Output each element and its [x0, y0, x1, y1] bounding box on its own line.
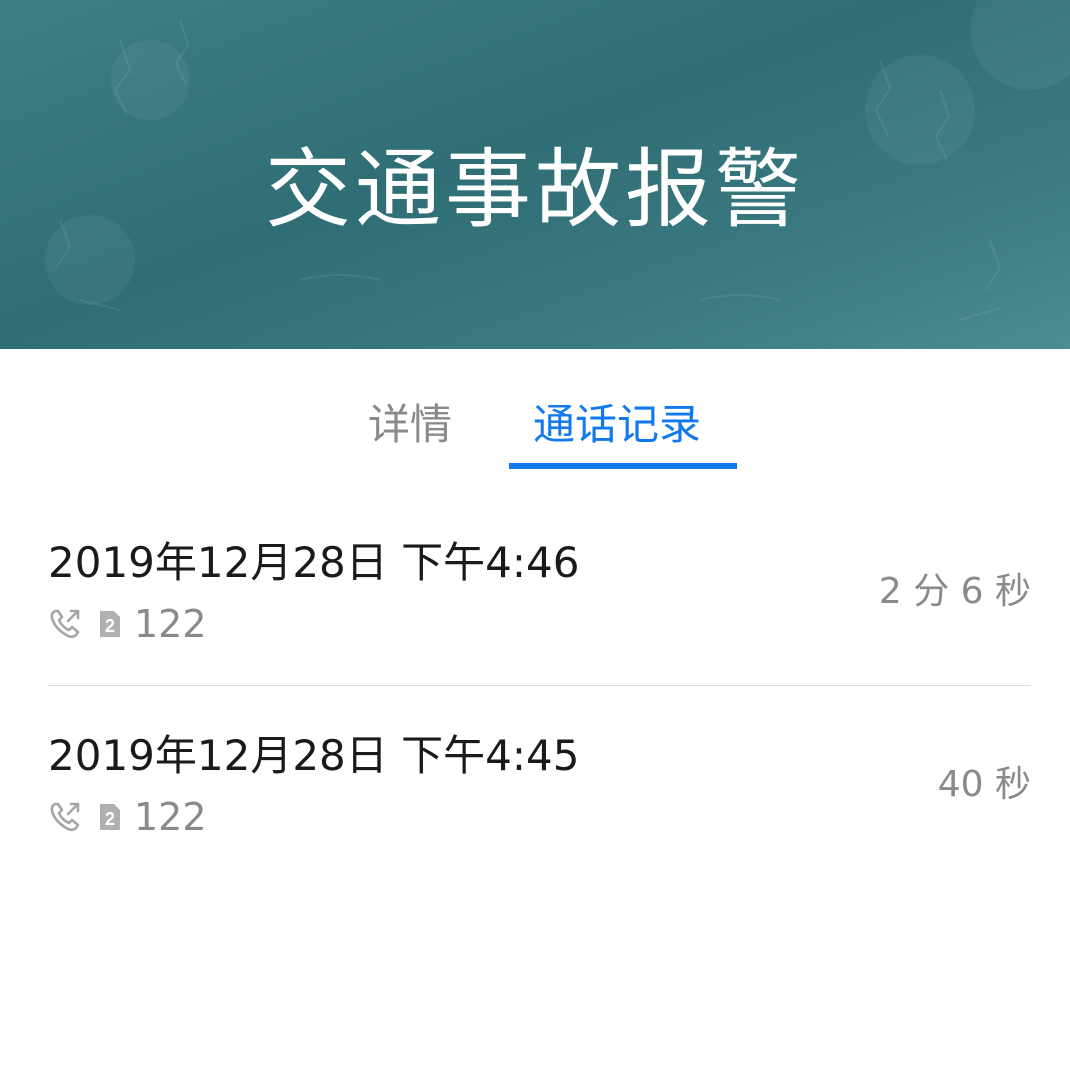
contact-header: 交通事故报警: [0, 0, 1070, 349]
call-timestamp: 2019年12月28日 下午4:46: [48, 538, 580, 587]
tab-details[interactable]: 详情: [368, 395, 458, 455]
tab-call-log[interactable]: 通话记录: [533, 395, 713, 455]
sim-2-icon: 2: [100, 804, 120, 830]
call-duration: 2 分 6 秒: [878, 571, 1031, 612]
outgoing-call-icon: [50, 609, 80, 639]
call-timestamp: 2019年12月28日 下午4:45: [48, 731, 580, 780]
outgoing-call-icon: [50, 802, 80, 832]
active-tab-indicator: [509, 463, 737, 469]
call-log-item[interactable]: 2019年12月28日 下午4:45 2 122 40 秒: [48, 723, 1031, 873]
call-duration: 40 秒: [937, 764, 1031, 805]
call-meta: 2 122: [48, 795, 207, 839]
call-meta: 2 122: [48, 602, 207, 646]
call-number: 122: [134, 795, 207, 839]
sim-number: 2: [105, 809, 115, 829]
tab-bar: 详情 通话记录: [0, 395, 1070, 470]
sim-number: 2: [105, 616, 115, 636]
sim-2-icon: 2: [100, 611, 120, 637]
list-divider: [48, 685, 1031, 686]
contact-name-title: 交通事故报警: [265, 140, 805, 240]
call-log-item[interactable]: 2019年12月28日 下午4:46 2 122 2 分 6 秒: [48, 530, 1031, 680]
call-number: 122: [134, 602, 207, 646]
